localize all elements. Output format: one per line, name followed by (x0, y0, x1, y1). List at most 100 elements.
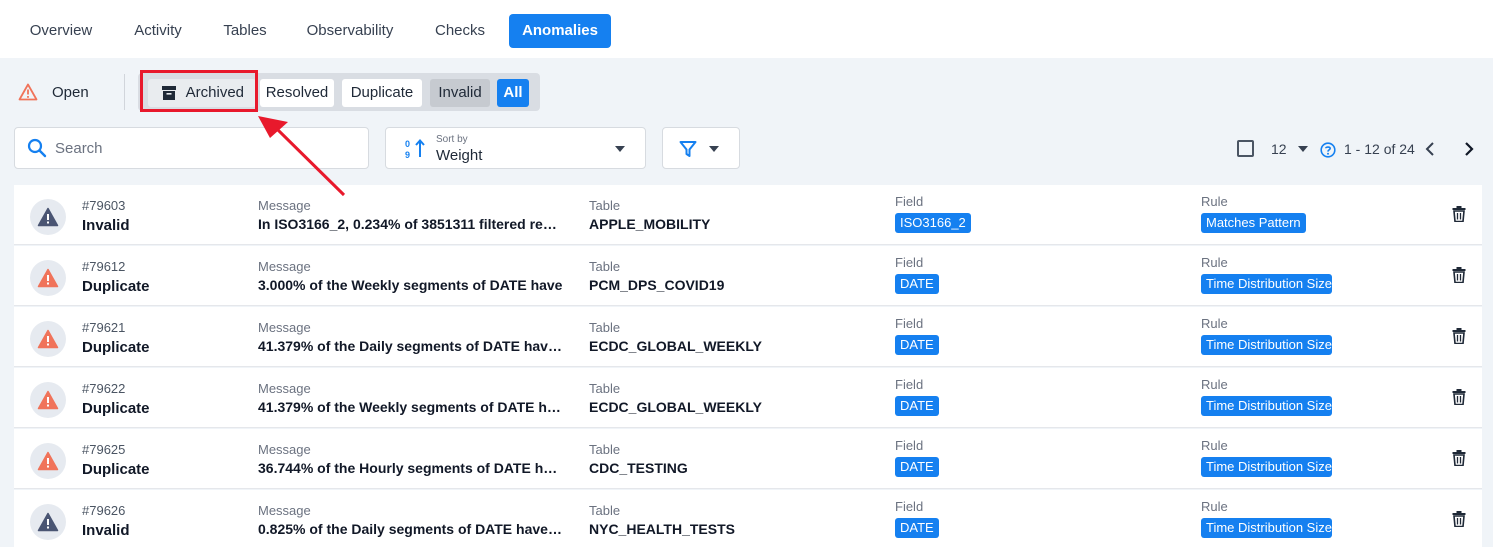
anomaly-id: #79622 (82, 381, 126, 396)
trash-icon[interactable] (1452, 389, 1466, 405)
trash-icon[interactable] (1452, 267, 1466, 283)
duplicate-warning-icon (30, 260, 66, 296)
tab-observability[interactable]: Observability (292, 14, 408, 48)
table-value: ECDC_GLOBAL_WEEKLY (589, 338, 762, 354)
anomaly-status: Duplicate (82, 278, 150, 295)
top-nav: Overview Activity Tables Observability C… (0, 0, 1493, 58)
status-filter-bar: Open Archived Resolved Duplicate Invalid… (0, 70, 1493, 114)
anomaly-status: Duplicate (82, 461, 150, 478)
anomaly-row[interactable]: #79626 Invalid Message 0.825% of the Dai… (14, 490, 1482, 547)
field-label: Field (895, 499, 924, 514)
rule-tag: Time Distribution Size (1201, 518, 1332, 538)
anomaly-status: Invalid (82, 522, 130, 539)
message-label: Message (258, 381, 311, 396)
status-archived-label: Archived (185, 84, 244, 101)
pagination: 12 1 - 12 of 24 (1236, 138, 1476, 160)
chevron-left-icon[interactable] (1424, 140, 1438, 158)
rule-label: Rule (1201, 194, 1228, 209)
archive-icon (162, 86, 176, 100)
warning-icon (18, 83, 38, 101)
message-value: 3.000% of the Weekly segments of DATE ha… (258, 277, 563, 293)
table-value: NYC_HEALTH_TESTS (589, 521, 735, 537)
svg-text:0: 0 (405, 139, 410, 149)
duplicate-warning-icon (30, 382, 66, 418)
anomaly-row[interactable]: #79621 Duplicate Message 41.379% of the … (14, 307, 1482, 367)
rule-tag: Time Distribution Size (1201, 396, 1332, 416)
field-tag: DATE (895, 518, 939, 538)
message-value: 36.744% of the Hourly segments of DATE h… (258, 460, 563, 476)
rule-label: Rule (1201, 377, 1228, 392)
message-value: 41.379% of the Daily segments of DATE ha… (258, 338, 563, 354)
tab-tables[interactable]: Tables (208, 14, 282, 48)
tab-activity[interactable]: Activity (118, 14, 198, 48)
search-input[interactable] (55, 139, 335, 157)
invalid-warning-icon (30, 504, 66, 540)
tab-overview[interactable]: Overview (14, 14, 108, 48)
trash-icon[interactable] (1452, 511, 1466, 527)
anomaly-id: #79625 (82, 442, 126, 457)
field-label: Field (895, 377, 924, 392)
status-archived-button[interactable]: Archived (148, 79, 256, 107)
filter-button[interactable] (662, 127, 740, 169)
filter-icon (679, 141, 697, 157)
search-field[interactable] (14, 127, 369, 169)
message-label: Message (258, 320, 311, 335)
trash-icon[interactable] (1452, 206, 1466, 222)
rule-tag: Matches Pattern (1201, 213, 1306, 233)
tab-anomalies[interactable]: Anomalies (509, 14, 611, 48)
anomaly-row[interactable]: #79622 Duplicate Message 41.379% of the … (14, 368, 1482, 428)
anomaly-status: Duplicate (82, 400, 150, 417)
field-tag: DATE (895, 335, 939, 355)
status-all-button[interactable]: All (497, 79, 529, 107)
status-open-label: Open (52, 83, 89, 101)
anomaly-row[interactable]: #79612 Duplicate Message 3.000% of the W… (14, 246, 1482, 306)
sort-dropdown[interactable]: 0 9 Sort by Weight (385, 127, 646, 169)
table-label: Table (589, 259, 621, 274)
chevron-down-icon[interactable] (1298, 146, 1308, 152)
sort-label: Sort by (436, 134, 468, 145)
select-all-checkbox[interactable] (1237, 140, 1254, 157)
field-label: Field (895, 255, 924, 270)
message-label: Message (258, 503, 311, 518)
message-label: Message (258, 198, 311, 213)
anomaly-id: #79612 (82, 259, 126, 274)
anomaly-list: #79603 Invalid Message In ISO3166_2, 0.2… (14, 185, 1482, 547)
chevron-down-icon (615, 146, 625, 152)
trash-icon[interactable] (1452, 328, 1466, 344)
field-label: Field (895, 194, 924, 209)
anomaly-status: Duplicate (82, 339, 150, 356)
chevron-right-icon[interactable] (1462, 140, 1476, 158)
table-value: CDC_TESTING (589, 460, 688, 476)
help-icon[interactable] (1320, 142, 1336, 158)
trash-icon[interactable] (1452, 450, 1466, 466)
tab-checks[interactable]: Checks (420, 14, 500, 48)
table-label: Table (589, 442, 621, 457)
rule-label: Rule (1201, 438, 1228, 453)
status-open-button[interactable]: Open (18, 78, 89, 106)
status-resolved-button[interactable]: Resolved (260, 79, 334, 107)
pagination-range: 1 - 12 of 24 (1344, 141, 1415, 157)
chevron-down-icon (709, 146, 719, 152)
duplicate-warning-icon (30, 443, 66, 479)
table-value: ECDC_GLOBAL_WEEKLY (589, 399, 762, 415)
status-duplicate-button[interactable]: Duplicate (342, 79, 422, 107)
per-page-select[interactable]: 12 (1271, 141, 1287, 157)
anomaly-id: #79621 (82, 320, 126, 335)
field-label: Field (895, 316, 924, 331)
sort-value: Weight (436, 147, 483, 164)
anomaly-row[interactable]: #79625 Duplicate Message 36.744% of the … (14, 429, 1482, 489)
invalid-warning-icon (30, 199, 66, 235)
table-value: PCM_DPS_COVID19 (589, 277, 725, 293)
status-invalid-button[interactable]: Invalid (430, 79, 490, 107)
table-label: Table (589, 198, 621, 213)
anomaly-id: #79626 (82, 503, 126, 518)
rule-label: Rule (1201, 316, 1228, 331)
message-value: 41.379% of the Weekly segments of DATE h… (258, 399, 563, 415)
rule-tag: Time Distribution Size (1201, 335, 1332, 355)
svg-text:9: 9 (405, 150, 410, 160)
sort-numeric-icon: 0 9 (405, 138, 425, 160)
field-tag: DATE (895, 274, 939, 294)
field-tag: ISO3166_2 (895, 213, 971, 233)
anomaly-id: #79603 (82, 198, 126, 213)
anomaly-row[interactable]: #79603 Invalid Message In ISO3166_2, 0.2… (14, 185, 1482, 245)
